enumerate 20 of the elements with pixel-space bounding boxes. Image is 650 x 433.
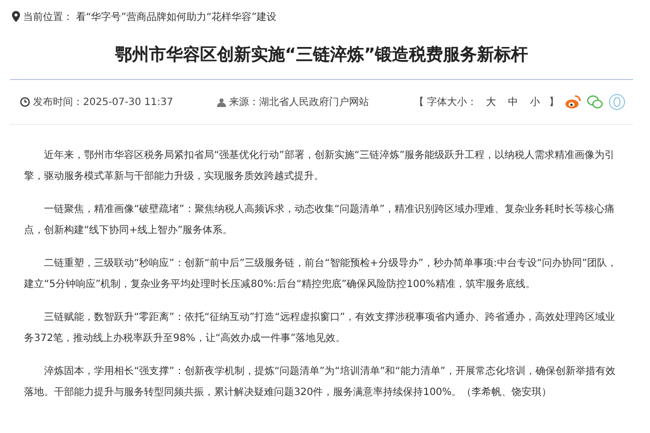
font-size-link[interactable]: 中: [508, 95, 518, 109]
publish-time: 发布时间：2025-07-30 11:37: [33, 96, 174, 109]
article-paragraph: 近年来，鄂州市华容区税务局紧扣省局“强基优化行动”部署，创新实施“三链淬炼”服务能级跃升工程，以纳税人需求精准画像为引擎，驱动服务模式革新与干部能力升级，实现服务质效跨越式提升。: [24, 148, 616, 184]
location-pin-icon: [12, 11, 20, 22]
article-title: 鄂州市华容区创新实施“三链淬炼”锻造税费服务新标杆: [10, 39, 633, 80]
weibo-icon[interactable]: [565, 95, 581, 109]
source-text: 来源：湖北省人民政府门户网站: [228, 96, 369, 109]
article-paragraph: 三链赋能，数智跃升“零距离”：依托“征纳互动”打造“远程虚拟窗口”，有效支撑涉税事项省内通办、跨省通办，高效处理跨区域业务372笔，推动线上办税率跃升至98%，让“高效办成一件事”落地见效。: [24, 310, 616, 346]
wechat-icon[interactable]: [587, 95, 603, 109]
bracket-text: 】: [549, 96, 559, 109]
user-icon: [216, 98, 226, 106]
clock-icon: [20, 97, 30, 107]
font-size-link[interactable]: 大: [486, 95, 496, 109]
article-paragraph: 淬炼固本，学用相长“强支撑”：创新夜学机制，提炼“问题清单”为“培训清单”和“能力清单”，开展常态化培训，确保创新举措有效落地。干部能力提升与服务转型同频共振，累计解决疑难问题320件，服务满意率持续保持100%。（李希帆、饶安琪）: [24, 364, 616, 400]
article-paragraph: 一链聚焦，精准画像“破壁疏堵”：聚焦纳税人高频诉求，动态收集“问题清单”，精准识别跨区域办理难、复杂业务耗时长等核心痛点，创新构建“线下协同+线上智办”服务体系。: [24, 202, 616, 238]
font-size-label: 【 字体大小：: [414, 96, 477, 109]
article-paragraph: 二链重塑，三级联动“秒响应”：创新“前中后”三级服务链，前台“智能预检+分级导办”，秒办简单事项:中台专设“问办协同”团队，建立“5分钟响应”机制，复杂业务平均处理时长压减80%:后台“精控兜底”确保风险防控100%精准，筑牢服务底线。: [24, 256, 618, 292]
breadcrumb-label: 当前位置：: [23, 10, 73, 24]
font-size-link[interactable]: 小: [530, 95, 540, 109]
breadcrumb-link[interactable]: 看“华字号”营商品牌如何助力“花样华容”建设: [76, 10, 277, 24]
